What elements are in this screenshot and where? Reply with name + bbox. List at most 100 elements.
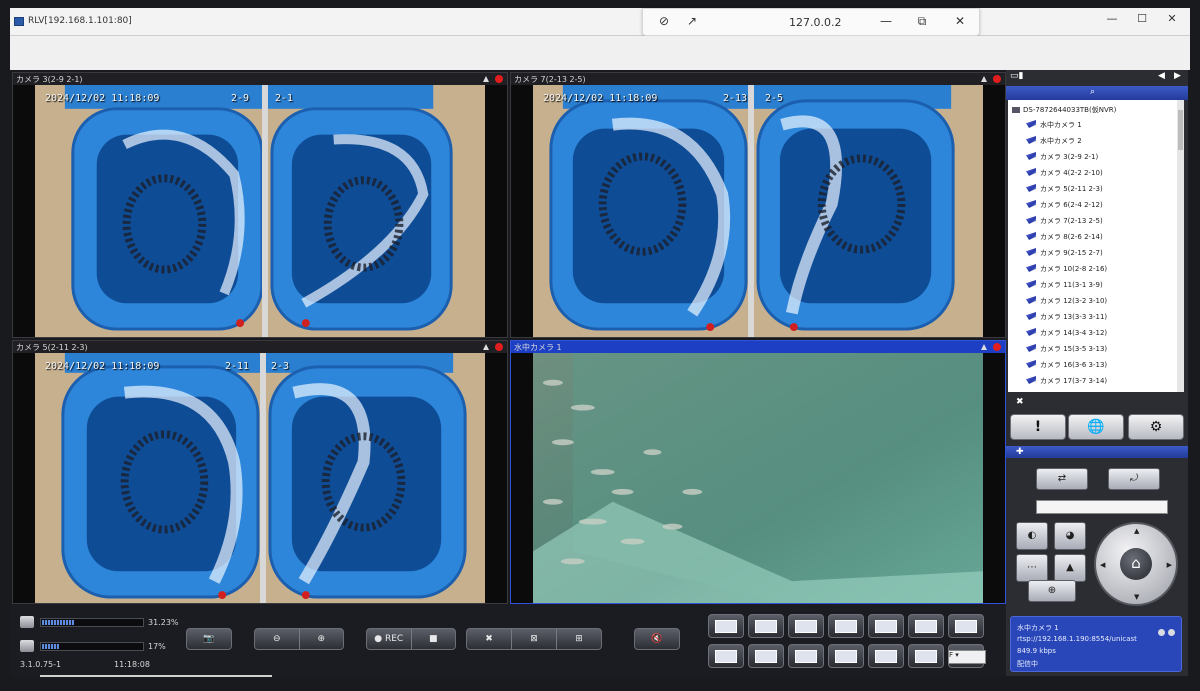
tree-item-camera[interactable]: カメラ 13(3-3 3-11)	[1026, 312, 1107, 328]
osd-tank-left: 2-13	[723, 93, 748, 104]
tree-search-bar[interactable]: ⌕	[1006, 86, 1188, 100]
tree-item-camera[interactable]: カメラ 14(3-4 3-12)	[1026, 328, 1107, 344]
zoom-in-button[interactable]: ⊕	[300, 629, 344, 649]
iris-button[interactable]: ◕	[1054, 522, 1086, 550]
alarm-button[interactable]: !	[1010, 414, 1066, 440]
tree-item-camera[interactable]: カメラ 3(2-9 2-1)	[1026, 152, 1098, 168]
stop-button[interactable]: ■	[412, 629, 456, 649]
record-group: ● REC ■	[366, 628, 456, 650]
record-dot-icon	[495, 75, 503, 83]
connection-icon[interactable]: ↗	[683, 14, 701, 28]
tree-item-camera[interactable]: カメラ 4(2-2 2-10)	[1026, 168, 1103, 184]
zoom-group: ⊖ ⊕	[254, 628, 344, 650]
tree-item-camera[interactable]: カメラ 15(3-5 3-13)	[1026, 344, 1107, 360]
layout-custom-2-button[interactable]	[748, 644, 784, 668]
tree-item-camera[interactable]: 水中カメラ 2	[1026, 136, 1082, 152]
scene-button[interactable]: ▲	[1054, 554, 1086, 582]
horizontal-scrollbar[interactable]	[40, 675, 272, 677]
minimize-button[interactable]: —	[1102, 12, 1122, 25]
nvr-client-window: RLV[192.168.1.101:80] — ☐ ✕ ⊘ ↗ 127.0.0.…	[0, 0, 1200, 691]
pane-label: 水中カメラ 1	[514, 343, 562, 352]
close-window-button[interactable]: ✖	[467, 629, 512, 649]
ptz-down-icon[interactable]: ▼	[1134, 593, 1139, 601]
video-pane-4[interactable]: 水中カメラ 1	[510, 340, 1006, 604]
zoom-out-button[interactable]: ⊖	[255, 629, 300, 649]
camera-icon	[1026, 376, 1036, 384]
video-pane-2[interactable]: カメラ 7(2-13 2-5) 2024/12/02 11:18:09 2-13	[510, 72, 1006, 338]
record-dot-icon	[993, 343, 1001, 351]
layout-9-button[interactable]	[868, 614, 904, 638]
ptz-right-icon[interactable]: ▶	[1167, 561, 1172, 569]
camera-feed-tanks: 2024/12/02 11:18:09 2-9 2-1	[35, 85, 485, 337]
version-text: 3.1.0.75-1	[20, 660, 62, 669]
ptz-input[interactable]	[1036, 500, 1168, 514]
ptz-preset-button[interactable]: ⇄	[1036, 468, 1088, 490]
pane-header: カメラ 5(2-11 2-3)	[13, 341, 507, 353]
home-icon[interactable]: ⌂	[1120, 548, 1152, 580]
tree-item-label: カメラ 11(3-1 3-9)	[1040, 281, 1103, 289]
unpin-icon[interactable]: ⊘	[655, 14, 673, 28]
control-sidebar: ▭▮ ◀ ▶ ⌕ DS-7872644033TB(仮NVR) 水中カメラ 1 水中…	[1006, 70, 1188, 676]
layout-select[interactable]: F ▾	[948, 650, 986, 664]
layout-custom-3-button[interactable]	[788, 644, 824, 668]
tree-root[interactable]: DS-7872644033TB(仮NVR)	[1012, 105, 1116, 115]
rec-button[interactable]: ● REC	[367, 629, 412, 649]
remote-restore-button[interactable]: ⧉	[913, 14, 931, 29]
prev-arrow-icon[interactable]: ◀	[1158, 71, 1165, 81]
config-button[interactable]: ⚙	[1128, 414, 1184, 440]
layout-8-button[interactable]	[828, 614, 864, 638]
globe-button[interactable]: 🌐	[1068, 414, 1124, 440]
layout-6-button[interactable]	[788, 614, 824, 638]
layout-select-value: F	[949, 651, 954, 659]
mute-button[interactable]: 🔇	[635, 629, 679, 649]
maximize-button[interactable]: ☐	[1132, 12, 1152, 25]
tree-scroll-thumb[interactable]	[1178, 110, 1183, 150]
layout-custom-4-button[interactable]	[828, 644, 864, 668]
tree-item-camera[interactable]: カメラ 10(2-8 2-16)	[1026, 264, 1107, 280]
tree-item-camera[interactable]: カメラ 17(3-7 3-14)	[1026, 376, 1107, 392]
cpu-percent: 17%	[148, 642, 166, 651]
focus-button[interactable]: ◐	[1016, 522, 1048, 550]
device-list-icon[interactable]: ▭▮	[1010, 71, 1023, 81]
layout-pip-button[interactable]	[908, 644, 944, 668]
layout-1-button[interactable]	[708, 614, 744, 638]
tree-item-camera[interactable]: カメラ 9(2-15 2-7)	[1026, 248, 1103, 264]
tree-item-camera[interactable]: カメラ 12(3-2 3-10)	[1026, 296, 1107, 312]
search-icon[interactable]: ⌕	[1090, 87, 1095, 97]
mute-group: 🔇	[634, 628, 680, 650]
camera-icon	[1026, 232, 1036, 240]
next-arrow-icon[interactable]: ▶	[1174, 71, 1181, 81]
layout-16-button[interactable]	[908, 614, 944, 638]
layout-25-button[interactable]	[868, 644, 904, 668]
video-pane-3[interactable]: カメラ 5(2-11 2-3) 2024/12/02 11:18:09 2-11	[12, 340, 508, 604]
layout-custom-1-button[interactable]	[708, 644, 744, 668]
ptz-center-button[interactable]: ⊕	[1028, 580, 1076, 602]
close-button[interactable]: ✕	[1162, 12, 1182, 25]
close-all-button[interactable]: ⊠	[512, 629, 557, 649]
tree-item-camera[interactable]: カメラ 5(2-11 2-3)	[1026, 184, 1103, 200]
snapshot-button[interactable]: 📷	[187, 629, 231, 649]
ptz-left-icon[interactable]: ◀	[1100, 561, 1105, 569]
ptz-up-icon[interactable]: ▲	[1134, 527, 1139, 535]
tree-item-camera[interactable]: カメラ 11(3-1 3-9)	[1026, 280, 1103, 296]
tree-item-camera[interactable]: カメラ 6(2-4 2-12)	[1026, 200, 1103, 216]
ptz-tour-button[interactable]: ⤾	[1108, 468, 1160, 490]
camera-icon	[1026, 120, 1036, 128]
ptz-direction-pad[interactable]: ▲ ▼ ◀ ▶ ⌂	[1094, 522, 1178, 606]
tree-item-camera[interactable]: カメラ 7(2-13 2-5)	[1026, 216, 1103, 232]
tree-item-camera[interactable]: カメラ 8(2-6 2-14)	[1026, 232, 1103, 248]
zoom-button[interactable]: ⋯	[1016, 554, 1048, 582]
remote-close-button[interactable]: ✕	[951, 14, 969, 28]
tree-item-camera[interactable]: 水中カメラ 1	[1026, 120, 1082, 136]
pane-label: カメラ 7(2-13 2-5)	[514, 75, 586, 84]
layout-fullscreen-button[interactable]	[948, 614, 984, 638]
tree-item-camera[interactable]: カメラ 16(3-6 3-13)	[1026, 360, 1107, 376]
add-window-button[interactable]: ⊞	[557, 629, 601, 649]
tree-scrollbar[interactable]	[1177, 100, 1184, 392]
tree-item-label: カメラ 4(2-2 2-10)	[1040, 169, 1103, 177]
video-pane-1[interactable]: カメラ 3(2-9 2-1) 2024/12/02 11:18:09 2-9 2…	[12, 72, 508, 338]
layout-4-button[interactable]	[748, 614, 784, 638]
tree-item-label: カメラ 15(3-5 3-13)	[1040, 345, 1108, 353]
remote-minimize-button[interactable]: —	[877, 14, 895, 28]
grid-layout-icon	[835, 620, 857, 633]
